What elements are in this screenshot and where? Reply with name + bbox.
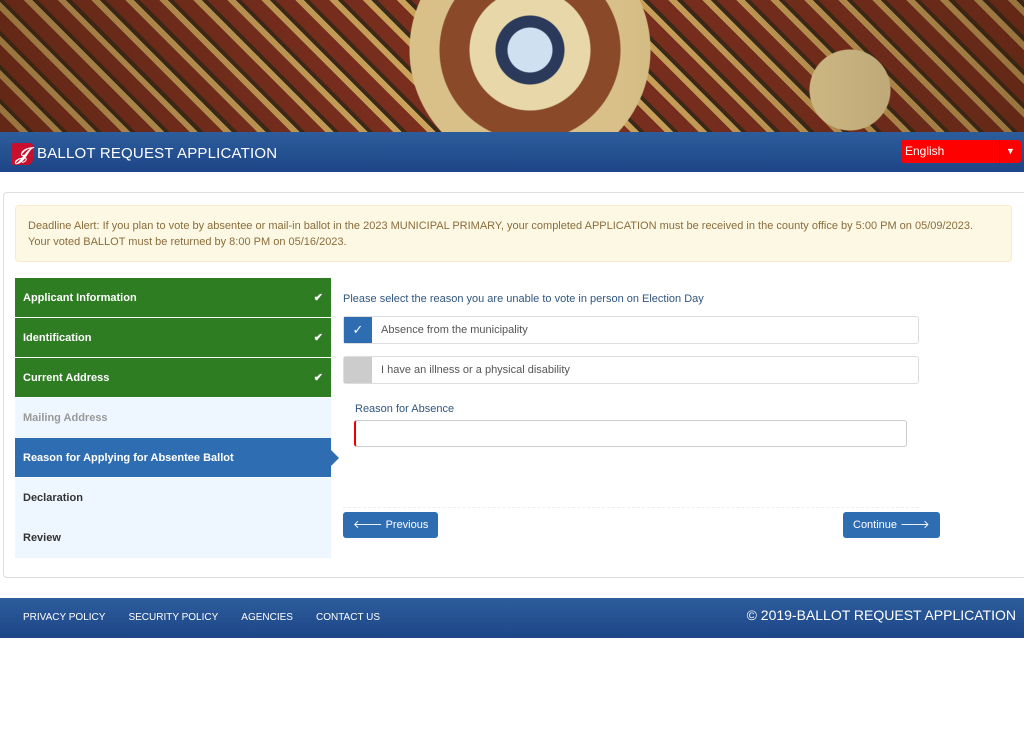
step-identification[interactable]: Identification ✔ bbox=[15, 318, 331, 358]
option-absence[interactable]: ✓ Absence from the municipality bbox=[343, 316, 919, 344]
app-header: 𝒥 BALLOT REQUEST APPLICATION bbox=[0, 132, 1024, 172]
divider bbox=[343, 507, 919, 508]
check-icon: ✔ bbox=[313, 292, 323, 304]
step-applicant-information[interactable]: Applicant Information ✔ bbox=[15, 278, 331, 318]
option-illness[interactable]: I have an illness or a physical disabili… bbox=[343, 356, 919, 384]
language-value: English bbox=[905, 144, 945, 158]
steps-sidebar: Applicant Information ✔ Identification ✔ C… bbox=[15, 278, 339, 558]
step-label: Current Address bbox=[23, 371, 110, 384]
step-declaration[interactable]: Declaration bbox=[15, 478, 331, 518]
previous-button[interactable]: 🡐 Previous bbox=[343, 512, 439, 538]
continue-label: Continue bbox=[853, 519, 898, 531]
chevron-down-icon: ▼ bbox=[999, 140, 1021, 163]
arrow-left-icon: 🡐 bbox=[353, 519, 383, 531]
copyright: © 2019-BALLOT REQUEST APPLICATION bbox=[746, 607, 1016, 623]
step-label: Review bbox=[23, 531, 61, 544]
previous-label: Previous bbox=[385, 519, 429, 531]
security-policy-link[interactable]: SECURITY POLICY bbox=[128, 612, 218, 623]
reason-label: Reason for Absence bbox=[355, 403, 455, 415]
step-reason[interactable]: Reason for Applying for Absentee Ballot bbox=[15, 438, 339, 478]
step-mailing-address: Mailing Address bbox=[15, 398, 331, 438]
step-label: Applicant Information bbox=[23, 291, 137, 304]
option-label: Absence from the municipality bbox=[381, 324, 528, 336]
step-review[interactable]: Review bbox=[15, 518, 331, 558]
footer: PRIVACY POLICY SECURITY POLICY AGENCIES … bbox=[0, 598, 1024, 638]
alert-line-2: Your voted BALLOT must be returned by 8:… bbox=[28, 236, 347, 248]
reason-question: Please select the reason you are unable … bbox=[343, 293, 704, 305]
step-label: Reason for Applying for Absentee Ballot bbox=[23, 451, 234, 464]
option-label: I have an illness or a physical disabili… bbox=[381, 364, 570, 376]
language-select[interactable]: English ▼ bbox=[901, 140, 1021, 163]
state-logo: 𝒥 bbox=[11, 143, 33, 165]
continue-button[interactable]: Continue 🡒 bbox=[843, 512, 940, 538]
privacy-policy-link[interactable]: PRIVACY POLICY bbox=[23, 612, 105, 623]
step-label: Identification bbox=[23, 331, 92, 344]
alert-line-1: Deadline Alert: If you plan to vote by a… bbox=[28, 220, 974, 232]
step-label: Mailing Address bbox=[23, 411, 108, 424]
check-icon: ✔ bbox=[313, 332, 323, 344]
capitol-dome-banner bbox=[0, 0, 1024, 132]
agencies-link[interactable]: AGENCIES bbox=[241, 612, 293, 623]
deadline-alert: Deadline Alert: If you plan to vote by a… bbox=[15, 205, 1012, 262]
step-current-address[interactable]: Current Address ✔ bbox=[15, 358, 331, 398]
step-label: Declaration bbox=[23, 491, 83, 504]
arrow-right-icon: 🡒 bbox=[900, 519, 930, 531]
contact-us-link[interactable]: CONTACT US bbox=[316, 612, 380, 623]
check-icon: ✔ bbox=[313, 372, 323, 384]
app-title: BALLOT REQUEST APPLICATION bbox=[37, 145, 278, 162]
checkbox-unchecked-icon[interactable] bbox=[344, 357, 372, 383]
reason-input[interactable] bbox=[354, 420, 907, 447]
checkbox-checked-icon[interactable]: ✓ bbox=[344, 317, 372, 343]
